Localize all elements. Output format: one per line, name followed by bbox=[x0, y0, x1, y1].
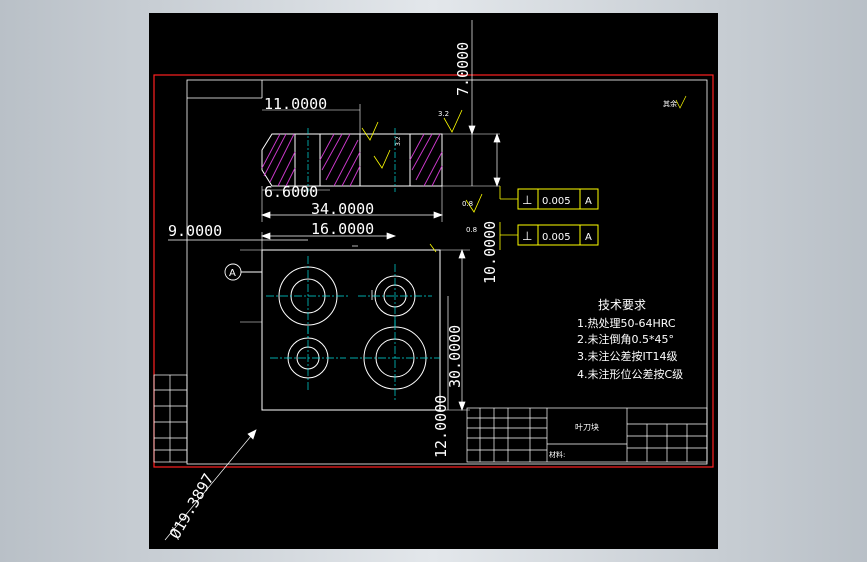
dim-12: 12.0000 bbox=[432, 395, 450, 458]
material-label: 材料: bbox=[549, 450, 565, 459]
dim-9: 9.0000 bbox=[168, 222, 222, 240]
roughness-label-3: 0.8 bbox=[462, 200, 473, 208]
tech-req-item-3: 3.未注公差按IT14级 bbox=[577, 349, 677, 363]
gdt1-datum: A bbox=[585, 196, 592, 207]
roughness-label-1: 3.2 bbox=[438, 110, 449, 118]
tech-req-item-1: 1.热处理50-64HRC bbox=[577, 317, 676, 330]
dim-34: 34.0000 bbox=[311, 200, 374, 218]
dim-7: 7.0000 bbox=[454, 42, 472, 96]
dim-6-6: 6.6000 bbox=[264, 183, 318, 201]
dim-16: 16.0000 bbox=[311, 220, 374, 238]
gdt1-tolerance: 0.005 bbox=[542, 196, 571, 207]
drawing-canvas: 7.0000 11.0000 6.6000 34.0000 9.0000 16.… bbox=[149, 13, 718, 549]
gdt2-symbol: ⊥ bbox=[522, 229, 532, 243]
tech-req-item-2: 2.未注倒角0.5*45° bbox=[577, 332, 674, 346]
roughness-label-4: 0.8 bbox=[466, 226, 477, 234]
canvas-background bbox=[149, 13, 718, 549]
gdt1-symbol: ⊥ bbox=[522, 193, 532, 207]
datum-label: A bbox=[229, 268, 236, 279]
cad-viewport[interactable]: 7.0000 11.0000 6.6000 34.0000 9.0000 16.… bbox=[0, 0, 867, 562]
dim-11: 11.0000 bbox=[264, 95, 327, 113]
gdt2-datum: A bbox=[585, 232, 592, 243]
part-name: 叶刀块 bbox=[575, 422, 599, 432]
tech-req-item-4: 4.未注形位公差按C级 bbox=[577, 367, 683, 381]
dim-30: 30.0000 bbox=[446, 325, 464, 388]
dim-10: 10.0000 bbox=[481, 221, 499, 284]
tech-req-title: 技术要求 bbox=[598, 298, 646, 312]
gdt2-tolerance: 0.005 bbox=[542, 232, 571, 243]
corner-roughness-note: 其余 bbox=[663, 99, 677, 108]
roughness-label-2: 3.2 bbox=[395, 136, 402, 146]
